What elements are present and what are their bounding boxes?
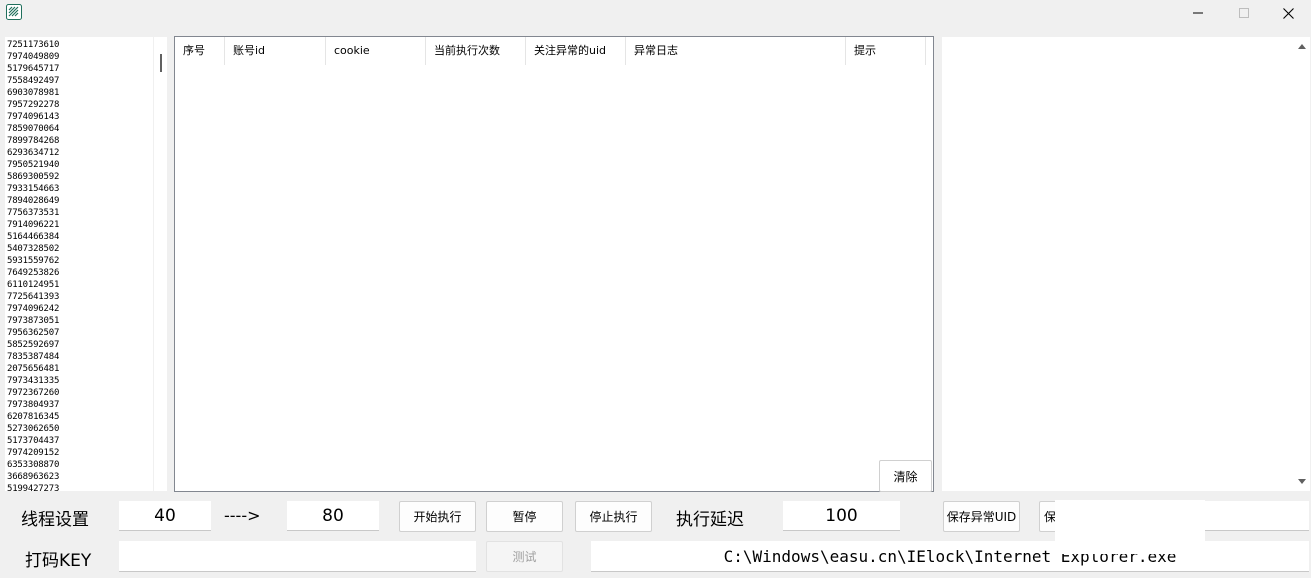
stop-button[interactable]: 停止执行 [575,501,652,532]
uid-list-item[interactable]: 6110124951 [7,279,59,291]
thread-max-input[interactable]: 80 [287,501,379,531]
column-header-index[interactable]: 序号 [175,37,225,65]
uid-list-item[interactable]: 3668963623 [7,471,59,483]
log-pane[interactable] [942,37,1310,491]
column-header-exec-count[interactable]: 当前执行次数 [426,37,526,65]
uid-list-item[interactable]: 5273062650 [7,423,59,435]
uid-list-item[interactable]: 7859070064 [7,123,59,135]
captcha-key-label: 打码KEY [25,551,92,571]
uid-list-item[interactable]: 5173704437 [7,435,59,447]
scroll-up-arrow-icon[interactable] [1298,44,1306,49]
uid-list-item[interactable]: 7756373531 [7,207,59,219]
close-icon [1282,7,1294,19]
uid-list-items: 7251173610 7974049809 5179645717 7558492497… [7,39,59,491]
exec-delay-label: 执行延迟 [676,510,744,530]
uid-list-item[interactable]: 7972367260 [7,387,59,399]
log-pane-scrollbar[interactable] [1293,37,1310,491]
uid-list-item[interactable]: 6207816345 [7,411,59,423]
range-arrow-label: ----> [224,506,261,525]
test-button[interactable]: 测试 [486,541,563,572]
overlay-patch [1055,500,1205,554]
clear-button[interactable]: 清除 [879,460,932,492]
captcha-key-input[interactable] [119,541,476,572]
uid-list-item[interactable]: 5869300592 [7,171,59,183]
uid-list-scrollbar[interactable] [153,37,167,491]
start-button[interactable]: 开始执行 [399,501,476,532]
uid-list-item[interactable]: 7649253826 [7,267,59,279]
close-button[interactable] [1265,0,1311,26]
app-logo-icon [6,4,22,20]
scroll-down-arrow-icon[interactable] [1298,479,1306,484]
uid-list-item[interactable]: 7950521940 [7,159,59,171]
table-header: 序号 账号id cookie 当前执行次数 关注异常的uid 异常日志 提示 [175,37,926,65]
uid-list-item[interactable]: 7894028649 [7,195,59,207]
uid-list-scroll-thumb[interactable] [160,54,162,72]
uid-list-item[interactable]: 7558492497 [7,75,59,87]
uid-list-item[interactable]: 7974049809 [7,51,59,63]
uid-list-item[interactable]: 7933154663 [7,183,59,195]
uid-list-item[interactable]: 6293634712 [7,147,59,159]
column-header-abnormal-uid[interactable]: 关注异常的uid [526,37,626,65]
uid-list-item[interactable]: 5931559762 [7,255,59,267]
uid-list-item[interactable]: 7251173610 [7,39,59,51]
maximize-icon [1239,8,1249,18]
column-header-account-id[interactable]: 账号id [225,37,326,65]
uid-list-item[interactable]: 7973431335 [7,375,59,387]
uid-list-item[interactable]: 7974209152 [7,447,59,459]
save-abnormal-uid-button[interactable]: 保存异常UID [943,501,1020,532]
uid-list-item[interactable]: 7914096221 [7,219,59,231]
uid-list-item[interactable]: 5852592697 [7,339,59,351]
uid-list-item[interactable]: 5407328502 [7,243,59,255]
uid-list-item[interactable]: 7725641393 [7,291,59,303]
minimize-icon [1193,12,1203,14]
minimize-button[interactable] [1175,0,1221,26]
uid-list-item[interactable]: 6903078981 [7,87,59,99]
uid-list-item[interactable]: 7973804937 [7,399,59,411]
uid-list-item[interactable]: 7974096143 [7,111,59,123]
uid-list-item[interactable]: 7974096242 [7,303,59,315]
title-bar [0,0,1311,30]
column-header-hint[interactable]: 提示 [846,37,926,65]
uid-list-item[interactable]: 7835387484 [7,351,59,363]
uid-list-item[interactable]: 5179645717 [7,63,59,75]
pause-button[interactable]: 暂停 [486,501,563,532]
column-header-error-log[interactable]: 异常日志 [626,37,846,65]
uid-list-item[interactable]: 7957292278 [7,99,59,111]
uid-list-item[interactable]: 6353308870 [7,459,59,471]
uid-list-item[interactable]: 7899784268 [7,135,59,147]
thread-min-input[interactable]: 40 [119,501,211,531]
uid-list-item[interactable]: 2075656481 [7,363,59,375]
account-table[interactable]: 序号 账号id cookie 当前执行次数 关注异常的uid 异常日志 提示 [174,36,934,492]
uid-list[interactable]: 7251173610 7974049809 5179645717 7558492497… [5,37,167,491]
uid-list-item[interactable]: 5164466384 [7,231,59,243]
thread-setting-label: 线程设置 [21,510,89,530]
exec-delay-input[interactable]: 100 [783,501,900,531]
column-header-cookie[interactable]: cookie [326,37,426,65]
uid-list-item[interactable]: 5199427273 [7,483,59,491]
extra-input[interactable] [1205,501,1309,531]
uid-list-item[interactable]: 7956362507 [7,327,59,339]
uid-list-item[interactable]: 7973873051 [7,315,59,327]
maximize-button[interactable] [1221,0,1267,26]
